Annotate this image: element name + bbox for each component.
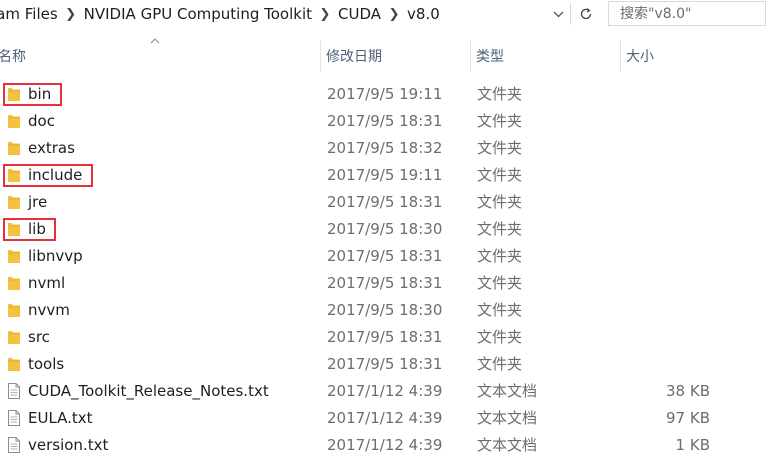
- file-name: include: [28, 166, 83, 184]
- file-size: 97 KB: [666, 409, 710, 427]
- file-date: 2017/9/5 18:30: [327, 220, 443, 238]
- breadcrumb-item-v8[interactable]: v8.0: [405, 5, 442, 23]
- file-name: tools: [28, 355, 65, 373]
- folder-icon: [7, 248, 21, 264]
- file-date: 2017/1/12 4:39: [327, 382, 443, 400]
- file-name: nvvm: [28, 301, 70, 319]
- file-name: EULA.txt: [28, 409, 93, 427]
- file-name: nvml: [28, 274, 66, 292]
- file-type: 文件夹: [477, 274, 523, 292]
- file-type: 文件夹: [477, 328, 523, 346]
- file-size: 38 KB: [666, 382, 710, 400]
- folder-icon: [7, 140, 21, 156]
- file-row-bin[interactable]: bin 2017/9/5 19:11 文件夹: [0, 81, 766, 108]
- file-name: version.txt: [28, 436, 109, 454]
- breadcrumb: ram Files ❯ NVIDIA GPU Computing Toolkit…: [0, 1, 600, 27]
- file-date: 2017/1/12 4:39: [327, 436, 443, 454]
- text-file-icon: [7, 437, 21, 453]
- file-date: 2017/9/5 18:31: [327, 112, 443, 130]
- file-row-doc[interactable]: doc 2017/9/5 18:31 文件夹: [0, 108, 766, 135]
- file-date: 2017/9/5 19:11: [327, 166, 443, 184]
- file-name: jre: [28, 193, 48, 211]
- chevron-right-icon[interactable]: ❯: [60, 7, 82, 22]
- file-row-include[interactable]: include 2017/9/5 19:11 文件夹: [0, 162, 766, 189]
- file-type: 文本文档: [477, 409, 538, 427]
- file-row-version-txt[interactable]: version.txt 2017/1/12 4:39 文本文档 1 KB: [0, 432, 766, 459]
- file-row-cuda-toolkit-release-notes-txt[interactable]: CUDA_Toolkit_Release_Notes.txt 2017/1/12 …: [0, 378, 766, 405]
- file-type: 文本文档: [477, 436, 538, 454]
- file-row-tools[interactable]: tools 2017/9/5 18:31 文件夹: [0, 351, 766, 378]
- file-name: lib: [28, 220, 46, 238]
- folder-icon: [7, 275, 21, 291]
- file-type: 文件夹: [477, 193, 523, 211]
- file-type: 文件夹: [477, 85, 523, 103]
- file-name: extras: [28, 139, 75, 157]
- file-date: 2017/9/5 18:31: [327, 274, 443, 292]
- file-date: 2017/9/5 18:32: [327, 139, 443, 157]
- folder-icon: [7, 113, 21, 129]
- chevron-right-icon[interactable]: ❯: [383, 7, 405, 22]
- folder-icon: [7, 86, 21, 102]
- file-type: 文件夹: [477, 301, 523, 319]
- file-row-extras[interactable]: extras 2017/9/5 18:32 文件夹: [0, 135, 766, 162]
- address-divider: [570, 3, 571, 25]
- folder-icon: [7, 302, 21, 318]
- file-name: libnvvp: [28, 247, 83, 265]
- column-header-date[interactable]: 修改日期: [320, 40, 470, 72]
- column-header-type[interactable]: 类型: [470, 40, 620, 72]
- file-size: 1 KB: [675, 436, 710, 454]
- column-header-row: 名称 修改日期 类型 大小: [0, 40, 766, 72]
- column-header-size[interactable]: 大小: [620, 40, 766, 72]
- file-row-src[interactable]: src 2017/9/5 18:31 文件夹: [0, 324, 766, 351]
- file-date: 2017/9/5 18:31: [327, 193, 443, 211]
- file-date: 2017/9/5 18:31: [327, 355, 443, 373]
- file-name: src: [28, 328, 50, 346]
- file-type: 文件夹: [477, 220, 523, 238]
- file-row-eula-txt[interactable]: EULA.txt 2017/1/12 4:39 文本文档 97 KB: [0, 405, 766, 432]
- file-date: 2017/9/5 19:11: [327, 85, 443, 103]
- text-file-icon: [7, 410, 21, 426]
- search-box[interactable]: [608, 1, 766, 26]
- refresh-icon[interactable]: [575, 3, 597, 25]
- chevron-right-icon[interactable]: ❯: [314, 7, 336, 22]
- file-row-nvml[interactable]: nvml 2017/9/5 18:31 文件夹: [0, 270, 766, 297]
- folder-icon: [7, 167, 21, 183]
- folder-icon: [7, 329, 21, 345]
- folder-icon: [7, 194, 21, 210]
- file-row-libnvvp[interactable]: libnvvp 2017/9/5 18:31 文件夹: [0, 243, 766, 270]
- file-name: CUDA_Toolkit_Release_Notes.txt: [28, 382, 269, 400]
- address-bar: ram Files ❯ NVIDIA GPU Computing Toolkit…: [0, 0, 766, 28]
- chevron-down-icon[interactable]: [550, 6, 566, 22]
- file-type: 文本文档: [477, 382, 538, 400]
- file-name: bin: [28, 85, 52, 103]
- file-row-jre[interactable]: jre 2017/9/5 18:31 文件夹: [0, 189, 766, 216]
- sort-up-icon: [150, 38, 160, 46]
- file-date: 2017/9/5 18:31: [327, 328, 443, 346]
- folder-icon: [7, 221, 21, 237]
- file-name: doc: [28, 112, 55, 130]
- text-file-icon: [7, 383, 21, 399]
- file-date: 2017/9/5 18:30: [327, 301, 443, 319]
- file-type: 文件夹: [477, 247, 523, 265]
- file-row-lib[interactable]: lib 2017/9/5 18:30 文件夹: [0, 216, 766, 243]
- file-date: 2017/9/5 18:31: [327, 247, 443, 265]
- file-row-nvvm[interactable]: nvvm 2017/9/5 18:30 文件夹: [0, 297, 766, 324]
- file-type: 文件夹: [477, 355, 523, 373]
- file-type: 文件夹: [477, 166, 523, 184]
- search-input[interactable]: [620, 5, 760, 22]
- folder-icon: [7, 356, 21, 372]
- file-type: 文件夹: [477, 112, 523, 130]
- breadcrumb-item-cuda[interactable]: CUDA: [336, 5, 383, 23]
- breadcrumb-item-nvidia-toolkit[interactable]: NVIDIA GPU Computing Toolkit: [82, 5, 314, 23]
- file-date: 2017/1/12 4:39: [327, 409, 443, 427]
- file-type: 文件夹: [477, 139, 523, 157]
- breadcrumb-item-program-files[interactable]: ram Files: [0, 5, 60, 23]
